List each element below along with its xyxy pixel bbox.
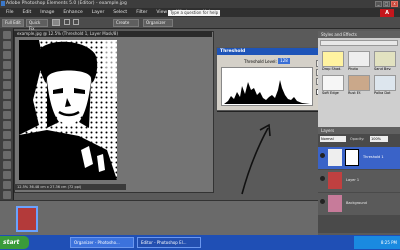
- move-tool-icon[interactable]: [2, 31, 11, 39]
- layers-header: Layers: [318, 127, 400, 134]
- threshold-image: [19, 40, 117, 180]
- photo-bin: [0, 200, 318, 235]
- style-label: Polka Dot: [374, 91, 391, 95]
- options-bar: [0, 17, 400, 29]
- document-canvas[interactable]: [19, 40, 117, 180]
- option-square-icon[interactable]: [73, 19, 79, 25]
- layer-row[interactable]: Layer 1: [318, 170, 400, 192]
- document-status-bar: 12.5% 36.48 cm x 27.36 cm (72 ppi): [14, 184, 126, 190]
- opacity-input[interactable]: 100%: [370, 136, 388, 142]
- window-controls: _ □ x: [375, 1, 398, 7]
- magic-wand-tool-icon[interactable]: [2, 91, 11, 99]
- organizer-button[interactable]: Organizer: [143, 18, 173, 27]
- style-swatch[interactable]: [374, 75, 396, 91]
- opacity-label: Opacity:: [350, 137, 365, 141]
- menu-enhance[interactable]: Enhance: [63, 10, 82, 15]
- document-title: example.jpg @ 12.5% (Threshold 1, Layer …: [14, 31, 212, 37]
- style-label: Photo: [348, 67, 358, 71]
- system-tray-clock: 8:25 PM: [354, 236, 400, 249]
- menu-layer[interactable]: Layer: [92, 10, 105, 15]
- threshold-histogram[interactable]: [221, 67, 313, 106]
- eyedropper-tool-icon[interactable]: [2, 61, 11, 69]
- brush-tool-icon[interactable]: [2, 171, 11, 179]
- gradient-tool-icon[interactable]: [2, 191, 11, 199]
- eye-icon[interactable]: [320, 153, 325, 158]
- lasso-tool-icon[interactable]: [2, 81, 11, 89]
- help-search-input[interactable]: Type a question for help: [168, 9, 220, 16]
- palette-filter-dropdown[interactable]: [320, 40, 398, 46]
- mask-thumbnail: [345, 149, 359, 166]
- style-swatch[interactable]: [348, 75, 370, 91]
- menu-edit[interactable]: Edit: [23, 10, 32, 15]
- layers-palette: Layers Normal Opacity: 100% Threshold 1 …: [318, 127, 400, 233]
- menu-select[interactable]: Select: [113, 10, 127, 15]
- crop-tool-icon[interactable]: [2, 121, 11, 129]
- healing-brush-tool-icon[interactable]: [2, 141, 11, 149]
- threshold-level-label: Threshold Level:: [244, 59, 277, 64]
- style-label: Drop Shad.: [322, 67, 342, 71]
- style-swatch[interactable]: [348, 51, 370, 67]
- type-tool-icon[interactable]: [2, 111, 11, 119]
- style-label: Sand Bev.: [374, 67, 392, 71]
- title-bar: Adobe Photoshop Elements 5.0 (Editor) - …: [0, 0, 400, 8]
- close-button[interactable]: x: [391, 1, 398, 7]
- create-button[interactable]: Create: [113, 18, 139, 27]
- menu-view[interactable]: View: [156, 10, 167, 15]
- app-icon: [1, 1, 5, 6]
- zoom-tool-icon[interactable]: [2, 41, 11, 49]
- taskbar-item-editor[interactable]: Editor - Photoshop El...: [137, 237, 201, 248]
- style-swatch[interactable]: [374, 51, 396, 67]
- layer-thumbnail: [328, 195, 342, 212]
- taskbar-item-organizer[interactable]: Organizer - Photosho...: [70, 237, 134, 248]
- selection-brush-tool-icon[interactable]: [2, 101, 11, 109]
- clone-stamp-tool-icon[interactable]: [2, 151, 11, 159]
- eraser-tool-icon[interactable]: [2, 161, 11, 169]
- paint-bucket-tool-icon[interactable]: [2, 181, 11, 189]
- photo-bin-thumbnail[interactable]: [16, 206, 38, 232]
- adobe-logo-icon: A: [380, 9, 394, 17]
- styles-effects-palette: Styles and Effects Drop Shad. Photo Sand…: [318, 31, 400, 127]
- option-square-icon[interactable]: [64, 19, 70, 25]
- style-label: Rust Ef.: [348, 91, 362, 95]
- adjustment-thumbnail: [328, 149, 342, 166]
- layer-row[interactable]: Background: [318, 193, 400, 215]
- layer-name: Layer 1: [346, 178, 360, 182]
- menu-filter[interactable]: Filter: [136, 10, 147, 15]
- annotation-arrow-icon: [241, 123, 271, 195]
- marquee-tool-icon[interactable]: [2, 71, 11, 79]
- layer-row[interactable]: Threshold 1: [318, 147, 400, 169]
- threshold-slider-icon[interactable]: [264, 100, 268, 103]
- palette-header: Styles and Effects: [318, 31, 400, 38]
- style-swatch[interactable]: [322, 75, 344, 91]
- eye-icon[interactable]: [320, 199, 325, 204]
- start-button[interactable]: start: [0, 236, 29, 249]
- layer-thumbnail: [328, 172, 342, 189]
- layer-name: Threshold 1: [363, 155, 384, 159]
- full-edit-button[interactable]: Full Edit: [2, 18, 24, 27]
- minimize-button[interactable]: _: [375, 1, 382, 7]
- blend-mode-select[interactable]: Normal: [320, 136, 346, 142]
- style-label: Soft Edge: [322, 91, 339, 95]
- hand-tool-icon[interactable]: [2, 51, 11, 59]
- layer-name: Background: [346, 201, 367, 205]
- window-title: Adobe Photoshop Elements 5.0 (Editor) - …: [6, 1, 127, 6]
- menu-file[interactable]: File: [6, 10, 14, 15]
- maximize-button[interactable]: □: [383, 1, 390, 7]
- quick-fix-button[interactable]: Quick Fix: [26, 18, 48, 31]
- style-swatch[interactable]: [322, 51, 344, 67]
- menu-image[interactable]: Image: [40, 10, 54, 15]
- threshold-level-input[interactable]: 128: [278, 58, 290, 64]
- eye-icon[interactable]: [320, 176, 325, 181]
- tool-preset-icon[interactable]: [52, 19, 60, 26]
- red-eye-tool-icon[interactable]: [2, 131, 11, 139]
